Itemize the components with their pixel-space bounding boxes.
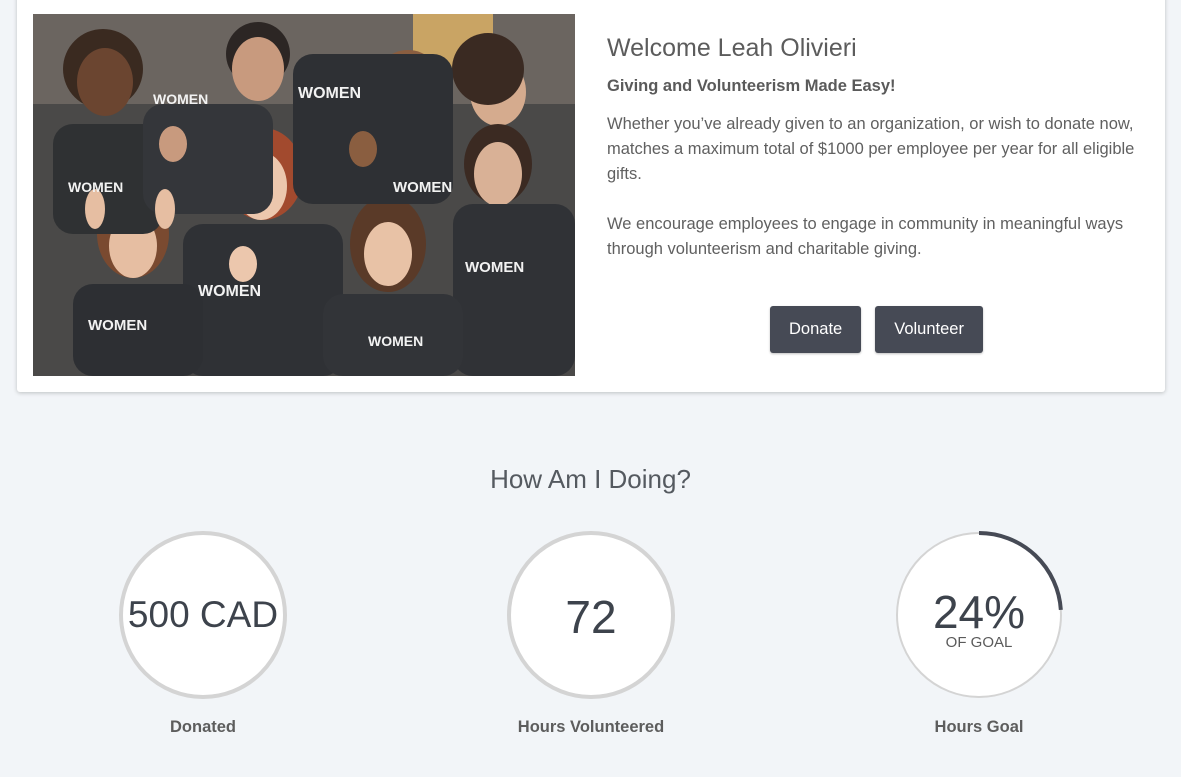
donated-value: 500 CAD xyxy=(127,594,279,635)
volunteer-button[interactable]: Volunteer xyxy=(875,306,983,353)
hours-goal-value: 24% xyxy=(932,586,1026,638)
svg-text:WOMEN: WOMEN xyxy=(88,317,147,334)
donated-ring: 500 CAD xyxy=(118,530,288,700)
svg-text:WOMEN: WOMEN xyxy=(153,91,208,107)
hours-goal-label: Hours Goal xyxy=(934,718,1024,736)
matching-description: Whether you’ve already given to an organ… xyxy=(607,115,1135,183)
hours-volunteered-value: 72 xyxy=(565,590,617,643)
hours-volunteered-ring: 72 xyxy=(506,530,676,700)
donate-button[interactable]: Donate xyxy=(770,306,862,353)
hours-goal-subtext: OF GOAL xyxy=(945,634,1013,651)
welcome-title: Welcome Leah Olivieri xyxy=(607,34,857,62)
team-photo: WOMEN WOMEN WOMEN WOMEN WOMEN WOMEN WOME… xyxy=(33,14,575,376)
hours-goal-stat: 24% OF GOAL Hours Goal xyxy=(859,530,1099,737)
hours-volunteered-label: Hours Volunteered xyxy=(517,718,665,736)
tagline: Giving and Volunteerism Made Easy! xyxy=(607,77,896,95)
welcome-card: WOMEN WOMEN WOMEN WOMEN WOMEN WOMEN WOME… xyxy=(17,0,1165,392)
svg-text:WOMEN: WOMEN xyxy=(368,333,423,349)
engagement-description: We encourage employees to engage in comm… xyxy=(607,215,1124,258)
donated-label: Donated xyxy=(170,718,236,736)
donated-stat: 500 CAD Donated xyxy=(83,530,323,737)
hours-goal-ring: 24% OF GOAL xyxy=(894,530,1064,700)
hours-volunteered-stat: 72 Hours Volunteered xyxy=(471,530,711,737)
svg-text:WOMEN: WOMEN xyxy=(198,283,261,300)
action-buttons: Donate Volunteer xyxy=(770,306,983,353)
svg-text:WOMEN: WOMEN xyxy=(465,259,524,276)
svg-text:WOMEN: WOMEN xyxy=(68,179,123,195)
welcome-info: Welcome Leah Olivieri Giving and Volunte… xyxy=(607,30,1152,262)
svg-text:WOMEN: WOMEN xyxy=(298,85,361,102)
svg-text:WOMEN: WOMEN xyxy=(393,179,452,196)
progress-section-title: How Am I Doing? xyxy=(490,464,691,494)
